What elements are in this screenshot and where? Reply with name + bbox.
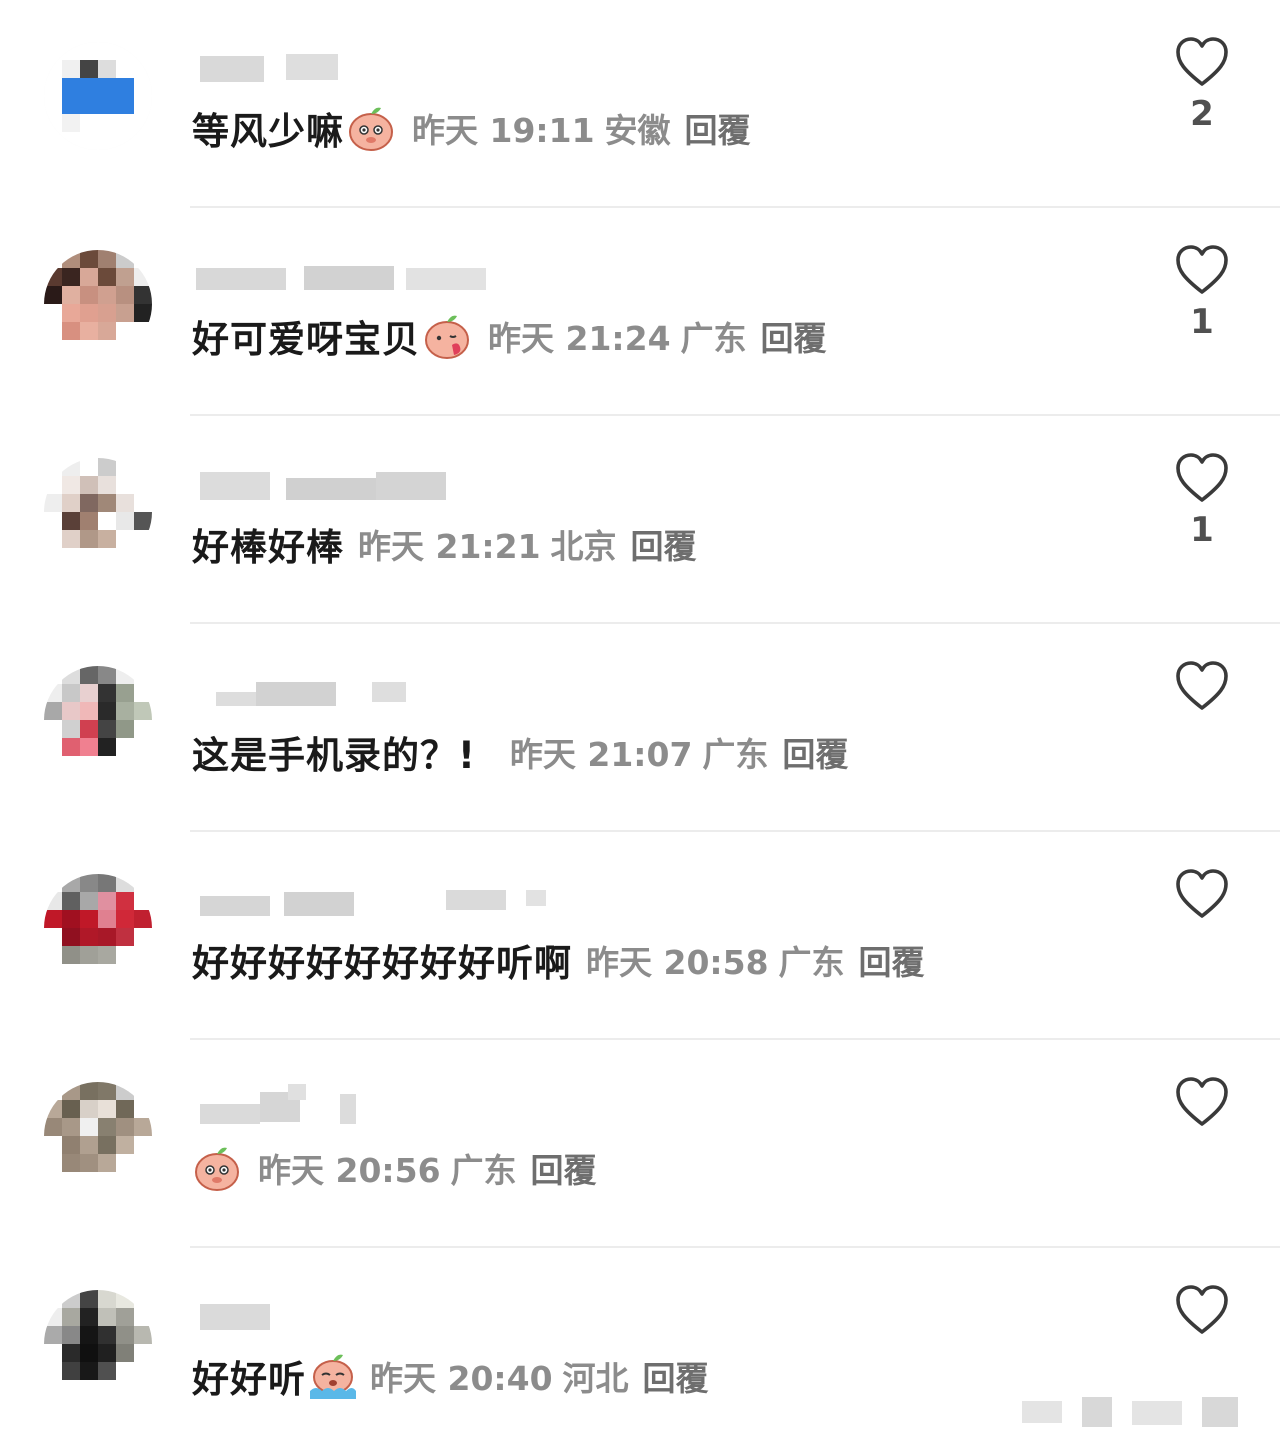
comment-text: 好棒好棒 bbox=[192, 526, 344, 569]
reply-button[interactable]: 回覆 bbox=[531, 1144, 597, 1192]
heart-icon bbox=[1176, 245, 1228, 294]
heart-icon bbox=[1176, 1285, 1228, 1334]
comment-text: 好好听 bbox=[192, 1358, 306, 1401]
like-count: 2 bbox=[1190, 94, 1214, 134]
comment-content: 这是手机录的？! 昨天 21:07 广东 回覆 bbox=[192, 724, 848, 780]
comment-content: 昨天 20:56 广东 回覆 bbox=[192, 1140, 597, 1196]
peach-kiss-emoji bbox=[422, 311, 472, 361]
comment-content: 等风少嘛 昨天 19:11 安徽 回覆 bbox=[192, 100, 751, 156]
heart-icon bbox=[1176, 1077, 1228, 1126]
watermark-blurred bbox=[1022, 1395, 1252, 1429]
username-blurred[interactable] bbox=[196, 50, 616, 86]
reply-button[interactable]: 回覆 bbox=[631, 520, 697, 568]
comment-time: 昨天 19:11 bbox=[412, 111, 595, 150]
heart-icon bbox=[1176, 661, 1228, 710]
peach-shy-emoji bbox=[192, 1143, 242, 1193]
comment-item: 好可爱呀宝贝 昨天 21:24 广东 回覆 1 bbox=[0, 208, 1280, 416]
comment-text: 等风少嘛 bbox=[192, 110, 344, 153]
reply-button[interactable]: 回覆 bbox=[643, 1352, 709, 1400]
like-count: 1 bbox=[1190, 302, 1214, 342]
comment-location: 广东 bbox=[450, 1151, 517, 1190]
username-blurred[interactable] bbox=[196, 882, 616, 918]
reply-button[interactable]: 回覆 bbox=[859, 936, 925, 984]
username-blurred[interactable] bbox=[196, 258, 616, 294]
username-blurred[interactable] bbox=[196, 1298, 616, 1334]
comment-list: 等风少嘛 昨天 19:11 安徽 回覆 2 好可爱呀宝贝 昨天 21:24 广东… bbox=[0, 0, 1280, 1451]
comment-location: 河北 bbox=[562, 1359, 629, 1398]
like-button[interactable]: 2 bbox=[1168, 36, 1236, 156]
comment-item: 好好好好好好好好听啊 昨天 20:58 广东 回覆 bbox=[0, 832, 1280, 1040]
comment-text: 好可爱呀宝贝 bbox=[192, 318, 420, 361]
like-button[interactable]: 1 bbox=[1168, 452, 1236, 572]
avatar[interactable] bbox=[44, 458, 152, 566]
peach-crying-emoji bbox=[308, 1351, 358, 1401]
comment-item: 等风少嘛 昨天 19:11 安徽 回覆 2 bbox=[0, 0, 1280, 208]
avatar[interactable] bbox=[44, 1082, 152, 1190]
avatar[interactable] bbox=[44, 666, 152, 774]
username-blurred[interactable] bbox=[196, 466, 616, 502]
comment-time: 昨天 21:24 bbox=[488, 319, 671, 358]
comment-time: 昨天 20:58 bbox=[586, 943, 769, 982]
like-count: 1 bbox=[1190, 510, 1214, 550]
comment-content: 好好听 昨天 20:40 河北 回覆 bbox=[192, 1348, 709, 1404]
comment-item: 这是手机录的？! 昨天 21:07 广东 回覆 bbox=[0, 624, 1280, 832]
comment-time: 昨天 20:56 bbox=[258, 1151, 441, 1190]
username-blurred[interactable] bbox=[196, 674, 616, 710]
comment-time: 昨天 20:40 bbox=[370, 1359, 553, 1398]
comment-item: 好棒好棒 昨天 21:21 北京 回覆 1 bbox=[0, 416, 1280, 624]
comment-item: 昨天 20:56 广东 回覆 bbox=[0, 1040, 1280, 1248]
heart-icon bbox=[1176, 453, 1228, 502]
comment-content: 好可爱呀宝贝 昨天 21:24 广东 回覆 bbox=[192, 308, 827, 364]
avatar[interactable] bbox=[44, 1290, 152, 1398]
comment-text: 这是手机录的？! bbox=[192, 734, 476, 777]
comment-content: 好好好好好好好好听啊 昨天 20:58 广东 回覆 bbox=[192, 932, 925, 988]
comment-location: 安徽 bbox=[604, 111, 671, 150]
comment-location: 广东 bbox=[778, 943, 845, 982]
like-button[interactable] bbox=[1168, 1076, 1236, 1196]
avatar[interactable] bbox=[44, 874, 152, 982]
comment-location: 广东 bbox=[680, 319, 747, 358]
like-button[interactable] bbox=[1168, 660, 1236, 780]
comment-time: 昨天 21:07 bbox=[509, 735, 693, 774]
peach-shy-emoji bbox=[346, 103, 396, 153]
avatar[interactable] bbox=[44, 250, 152, 358]
like-button[interactable]: 1 bbox=[1168, 244, 1236, 364]
reply-button[interactable]: 回覆 bbox=[761, 312, 827, 360]
comment-time: 昨天 21:21 bbox=[358, 527, 541, 566]
comment-location: 广东 bbox=[702, 735, 769, 774]
avatar[interactable] bbox=[44, 42, 152, 150]
reply-button[interactable]: 回覆 bbox=[782, 728, 848, 776]
like-button[interactable] bbox=[1168, 1284, 1236, 1404]
comment-content: 好棒好棒 昨天 21:21 北京 回覆 bbox=[192, 516, 697, 572]
comment-location: 北京 bbox=[550, 527, 617, 566]
username-blurred[interactable] bbox=[196, 1084, 616, 1126]
heart-icon bbox=[1176, 869, 1228, 918]
reply-button[interactable]: 回覆 bbox=[685, 104, 751, 152]
heart-icon bbox=[1176, 37, 1228, 86]
like-button[interactable] bbox=[1168, 868, 1236, 988]
comment-text: 好好好好好好好好听啊 bbox=[192, 942, 572, 985]
